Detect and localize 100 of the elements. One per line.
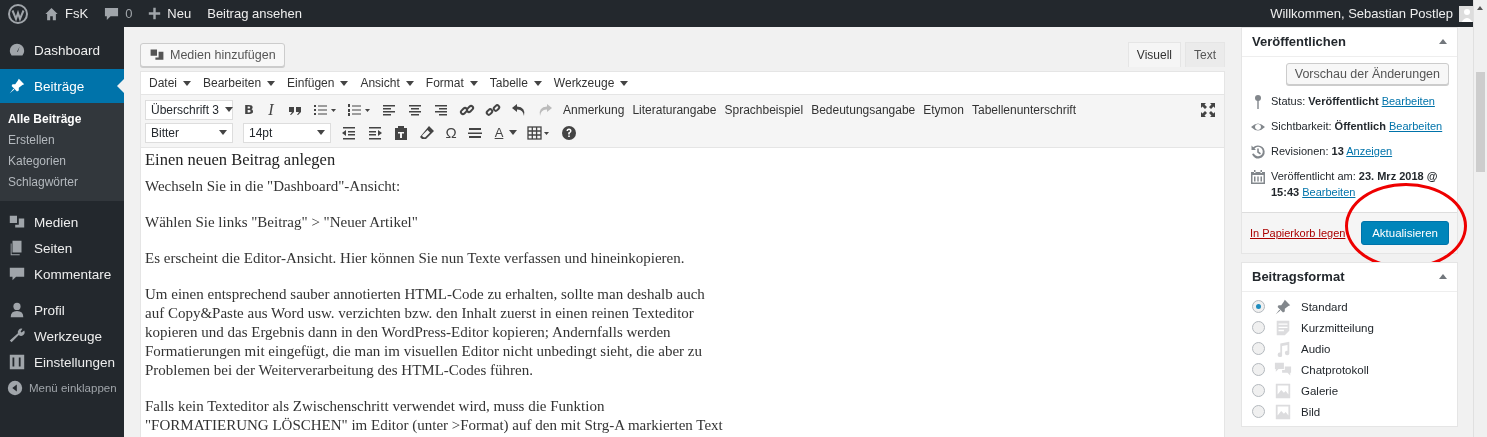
site-link[interactable]: FsK [44,6,89,21]
radio-button[interactable] [1252,384,1265,397]
radio-button[interactable] [1252,405,1265,418]
update-button[interactable]: Aktualisieren [1361,221,1449,245]
toolbar-text-button[interactable]: Tabellenunterschrift [971,102,1077,117]
italic-button[interactable]: I [265,100,277,119]
format-label: Bild [1301,405,1321,418]
format-label: Chatprotokoll [1301,363,1369,376]
box-title: Veröffentlichen [1252,34,1346,49]
post-paragraph: Wechseln Sie in die "Dashboard"-Ansicht: [145,177,402,196]
calendar-icon [1250,169,1266,185]
format-label: Kurzmitteilung [1301,321,1374,334]
post-paragraph: Falls kein Texteditor als Zwischenschritt verwendet wird, muss die Funktion "FORMATIERUNG LÖSCHEN" im Editor (unter >Format) auf den mit Strg-A markierten Text [145,397,724,435]
add-media-button[interactable]: Medien hinzufügen [140,43,285,67]
editor-menu[interactable]: Werkzeuge [553,76,629,90]
font-size-select[interactable]: 14pt [243,122,331,143]
submenu-item[interactable]: Kategorien [0,151,124,172]
format-label: Standard [1301,300,1348,313]
editor-tab[interactable]: Visuell [1127,42,1181,67]
caret-icon[interactable] [509,130,517,135]
text-color-button[interactable]: A [493,125,505,140]
submenu-item[interactable]: Erstellen [0,130,124,151]
radio-button[interactable] [1252,342,1265,355]
editor-menu[interactable]: Bearbeiten [203,76,276,90]
outdent-icon[interactable] [341,124,357,141]
unlink-icon[interactable] [485,101,501,118]
table-icon[interactable] [527,124,551,141]
fullscreen-icon[interactable] [1200,101,1216,118]
editor-menu[interactable]: Datei [149,76,191,90]
edit-link[interactable]: Bearbeiten [1389,120,1443,132]
trash-link[interactable]: In Papierkorb legen [1250,227,1346,239]
toolbar-text-button[interactable]: Literaturangabe [632,102,717,117]
sidebar-item[interactable]: Werkzeuge [0,323,124,349]
wrench-icon [8,327,26,345]
font-select[interactable]: Bitter [145,122,233,143]
radio-button[interactable] [1252,321,1265,334]
image-icon [1274,402,1292,421]
gallery-icon [1274,381,1292,400]
format-select[interactable]: Überschrift 3 [145,99,233,120]
bold-button[interactable]: B [243,102,255,117]
publish-info: Veröffentlicht am: 23. Mrz 2018 @ 15:43 Bearbeiten [1271,169,1439,200]
media-icon [149,47,165,63]
editor-menu[interactable]: Tabelle [489,76,542,90]
preview-button[interactable]: Vorschau der Änderungen [1285,63,1449,85]
toolbar-text-button[interactable]: Bedeutungsangabe [811,102,916,117]
post-heading: Einen neuen Beitrag anlegen [145,150,337,169]
collapse-icon [6,379,24,397]
eraser-icon[interactable] [419,124,435,141]
collapse-arrow-icon[interactable] [1439,274,1447,279]
format-label: Audio [1301,342,1331,355]
edit-link[interactable]: Bearbeiten [1381,95,1435,107]
sidebar-item[interactable]: Dashboard [0,37,124,63]
pin-icon [8,77,26,95]
sidebar-item[interactable]: Kommentare [0,261,124,287]
toolbar-text-button[interactable]: Sprachbeispiel [724,102,804,117]
sidebar-item[interactable]: Einstellungen [0,349,124,375]
collapse-menu-button[interactable]: Menü einklappen [0,375,124,401]
radio-button[interactable] [1252,300,1265,313]
wordpress-logo-icon[interactable] [8,3,28,24]
settings-icon [8,353,26,371]
history-icon [1250,144,1266,160]
sidebar-item[interactable]: Seiten [0,235,124,261]
post-paragraph: Um einen entsprechend sauber annotierten HTML-Code zu erhalten, sollte man deshalb auch auf Copy&Paste aus Word usw. verzichten bzw. den Inhalt zuerst in einen reinen Texteditor kopieren und das Ergebnis dann in den WordPress-Editor kopieren; Andernfalls werden Formatierungen mit eingefügt, die man im visuellen Editor nicht unbedingt sieht, die aber zu Problemen bei der Weiterverarbeitung des HTML-Codes führen. [145,285,706,380]
submenu-item[interactable]: Schlagwörter [0,172,124,193]
publish-info: Sichtbarkeit: Öffentlich Bearbeiten [1271,119,1443,134]
new-link[interactable]: Neu [148,6,192,21]
editor-menu[interactable]: Format [425,76,478,90]
radio-button[interactable] [1252,363,1265,376]
user-icon [8,301,26,319]
scrollbar[interactable] [1473,0,1487,437]
special-character-button[interactable]: Ω [445,124,457,141]
account-link[interactable]: Willkommen, Sebastian Postlep [1270,6,1453,21]
toolbar-text-button[interactable]: Etymon [923,102,964,117]
editor-tab[interactable]: Text [1185,42,1225,67]
submenu-item[interactable]: Alle Beiträge [0,109,124,130]
post-paragraph: Es erscheint die Editor-Ansicht. Hier können Sie nun Texte verfassen und hineinkopieren. [145,249,686,268]
indent-icon[interactable] [367,124,383,141]
format-label: Galerie [1301,384,1339,397]
box-title: Beitragsformat [1252,269,1345,284]
clipboard-icon[interactable] [393,124,409,141]
note-icon [1274,318,1292,337]
publish-info: Revisionen: 13 Anzeigen [1271,144,1393,159]
pin-icon [1274,297,1292,316]
edit-link[interactable]: Anzeigen [1346,145,1393,157]
comments-link[interactable]: 0 [104,6,133,21]
editor-menu[interactable]: Einfügen [287,76,349,90]
sidebar-item[interactable]: Beiträge [0,69,124,103]
toolbar-text-button[interactable]: Anmerkung [563,102,625,117]
plus-icon [148,7,162,20]
current-page-pointer-icon [117,79,124,93]
help-icon[interactable] [561,124,577,141]
editor-menu[interactable]: Ansicht [360,76,414,90]
numbered-list-icon[interactable] [347,101,371,118]
sidebar-item[interactable]: Profil [0,297,124,323]
home-icon [44,6,59,21]
sidebar-item[interactable]: Medien [0,209,124,235]
edit-link[interactable]: Bearbeiten [1302,186,1356,198]
collapse-arrow-icon[interactable] [1439,39,1447,44]
comment-icon [104,6,120,21]
view-post-link[interactable]: Beitrag ansehen [207,6,302,21]
